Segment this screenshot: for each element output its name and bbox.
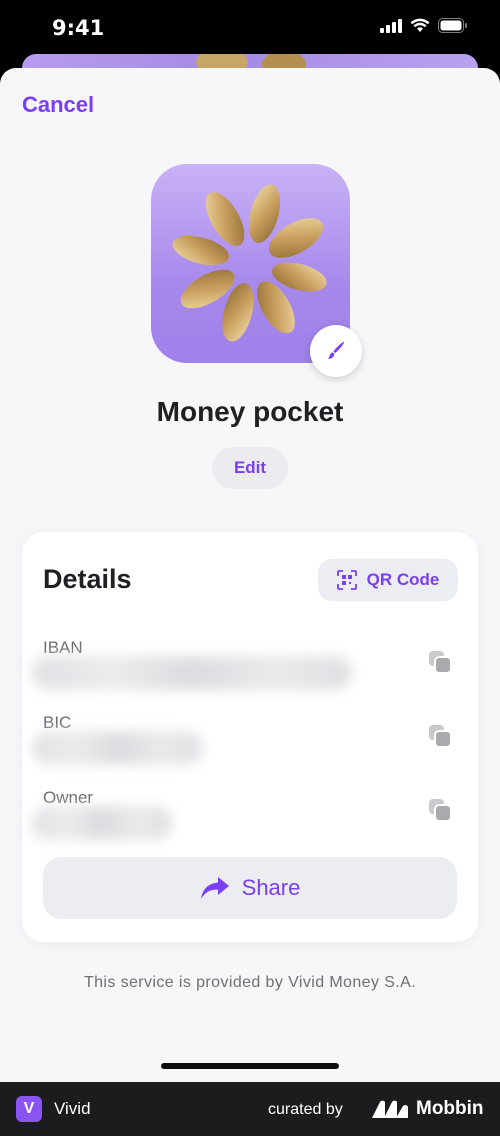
vivid-app-icon: V [16, 1096, 42, 1122]
iban-label: IBAN [43, 638, 83, 657]
owner-label: Owner [43, 788, 94, 807]
owner-value-redacted [32, 806, 172, 840]
status-time: 9:41 [52, 16, 105, 40]
copy-icon [429, 725, 452, 748]
details-card: Details QR Code IBAN BIC Owner Share [22, 532, 478, 942]
copy-iban-button[interactable] [426, 648, 456, 678]
mobbin-brand: Mobbin [416, 1098, 484, 1119]
share-label: Share [241, 875, 301, 900]
app-name: Vivid [54, 1099, 91, 1118]
wifi-icon [410, 18, 430, 32]
curated-by-label: curated by [268, 1101, 343, 1118]
bic-label: BIC [43, 713, 72, 732]
pocket-title: Money pocket [156, 396, 344, 427]
pocket-sheet: Cancel Money pocket Edit Details QR Code… [0, 68, 500, 1082]
cancel-button[interactable]: Cancel [22, 92, 94, 118]
cellular-signal-icon [380, 18, 402, 33]
paintbrush-icon [328, 341, 345, 359]
share-button[interactable]: Share [43, 857, 457, 919]
copy-owner-button[interactable] [426, 796, 456, 826]
bic-value-redacted [32, 731, 202, 765]
copy-bic-button[interactable] [426, 722, 456, 752]
home-indicator [161, 1063, 339, 1069]
service-provider-note: This service is provided by Vivid Money … [83, 974, 417, 991]
qr-code-icon [336, 570, 357, 590]
copy-icon [429, 651, 452, 674]
battery-icon [438, 18, 467, 33]
status-icons [380, 18, 468, 33]
mobbin-logo-icon [372, 1100, 408, 1118]
copy-icon [429, 799, 452, 822]
share-arrow-icon [200, 877, 229, 899]
iban-value-redacted [32, 656, 352, 690]
edit-button[interactable]: Edit [212, 447, 288, 489]
qr-code-button[interactable]: QR Code [318, 559, 458, 601]
qr-code-label: QR Code [366, 570, 440, 589]
details-heading: Details [43, 564, 132, 594]
edit-cover-button[interactable] [310, 325, 362, 377]
status-bar: 9:41 [0, 0, 500, 56]
attribution-bar: V Vivid curated by Mobbin [0, 1082, 500, 1136]
